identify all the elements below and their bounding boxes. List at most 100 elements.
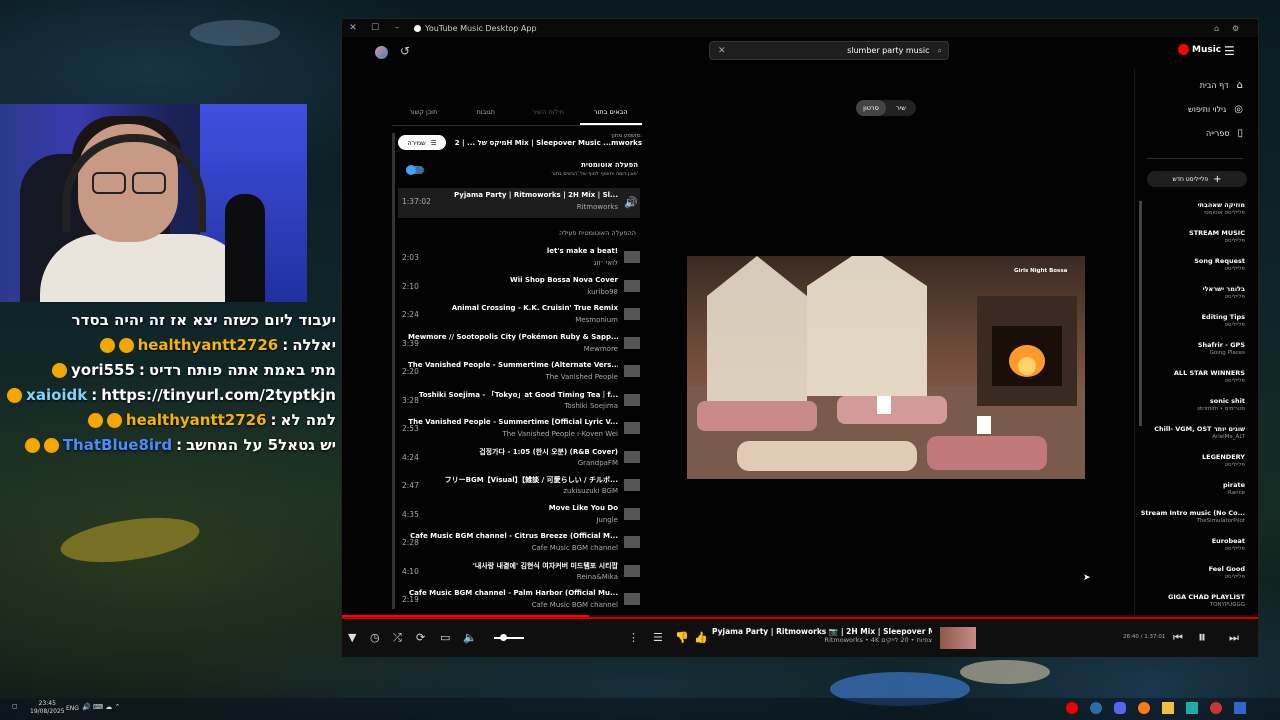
youtube-music-taskbar-icon[interactable] [1066, 702, 1078, 714]
explorer-taskbar-icon[interactable] [1162, 702, 1174, 714]
search-input[interactable]: ✕ slumber party music ⌕ [709, 41, 949, 60]
app2-taskbar-icon[interactable] [1234, 702, 1246, 714]
sidebar-playlist-item[interactable]: Shafrir - GPS Going Places [1135, 341, 1261, 356]
search-icon[interactable]: ⌕ [938, 46, 942, 56]
miniplayer-icon[interactable]: ▭ [440, 631, 450, 644]
video-player[interactable]: Girls Night Bossa [687, 256, 1085, 479]
sidebar-playlist-item[interactable]: LEGENDERY פלייליסט [1135, 453, 1261, 468]
volume-icon[interactable]: 🔈 [463, 631, 477, 644]
app-taskbar-icon[interactable] [1186, 702, 1198, 714]
volume-slider[interactable] [494, 634, 524, 641]
chat-username: healthyantt2726 [125, 411, 267, 429]
chat-message: למה לא: healthyantt2726 [6, 408, 336, 433]
player-thumbnail[interactable] [940, 627, 976, 649]
next-icon[interactable]: ⏭ [1229, 631, 1239, 645]
youtube-music-logo[interactable]: Music [1178, 44, 1221, 55]
discord-taskbar-icon[interactable] [1114, 702, 1126, 714]
maximize-icon[interactable]: ☐ [364, 23, 386, 33]
language-indicator[interactable]: ENG [66, 705, 79, 712]
queue-item[interactable]: 3:39 Mewmore // Sootopolis City (Pokémon … [398, 330, 640, 358]
sidebar-playlist-item[interactable]: STREAM MUSIC פלייליסט [1135, 229, 1261, 244]
queue-item[interactable]: 4:10 '내사랑 내곁에' 김현식 여자커버 미드템포 시티팝 Reina&Mik… [398, 558, 640, 586]
tab-up-next[interactable]: הבאים בתור [579, 99, 642, 125]
sidebar-playlist-item[interactable]: Feel Good פלייליסט [1135, 565, 1261, 580]
sidebar-playlist-item[interactable]: בלומר ישראלי פלייליסט [1135, 285, 1261, 300]
sidebar-playlist-item[interactable]: Editing Tips פלייליסט [1135, 313, 1261, 328]
queue-item[interactable]: 2:28 Cafe Music BGM channel - Citrus Bree… [398, 529, 640, 557]
new-playlist-button[interactable]: פלייליסט חדש + [1147, 171, 1247, 187]
queue-scrollbar[interactable] [392, 133, 395, 609]
song-toggle-option[interactable]: שיר [886, 100, 916, 116]
music-logo-icon [1178, 44, 1189, 55]
fish-decoration [960, 660, 1050, 684]
playlist-name: Feel Good [1208, 565, 1245, 573]
tab-related[interactable]: תוכן קשור [392, 99, 455, 125]
expand-icon[interactable]: ▼ [348, 631, 356, 644]
queue-item-duration: 2:03 [402, 253, 419, 262]
settings-icon[interactable]: ⚙ [1232, 24, 1239, 33]
chat-separator: : [270, 411, 277, 429]
shuffle-icon[interactable]: ⤮ [393, 631, 402, 645]
chat-text: מתי באמת אתה פותח רדיט [148, 361, 336, 379]
sidebar-scrollbar[interactable] [1139, 201, 1142, 426]
sidebar-playlist-item[interactable]: Eurobeat פלייליסט [1135, 537, 1261, 552]
sidebar-playlist-item[interactable]: ALL STAR WINNERS פלייליסט [1135, 369, 1261, 384]
sidebar-playlist-item[interactable]: מוזיקה שאהבתי פלייליסט אוטומטי [1135, 201, 1261, 216]
clear-search-icon[interactable]: ✕ [718, 46, 726, 56]
notification-icon[interactable]: ▢ [12, 703, 18, 710]
queue-icon[interactable]: ☰ [653, 631, 663, 644]
close-icon[interactable]: ✕ [342, 23, 364, 33]
tray-icons[interactable]: 🔊 ⌨ ☁ ⌃ [82, 703, 120, 711]
top-bar: ↺ ✕ slumber party music ⌕ Music ☰ [342, 37, 1258, 69]
like-icon[interactable]: 👍 [694, 631, 708, 644]
chat-separator: : [176, 436, 183, 454]
repeat-icon[interactable]: ⟳ [416, 631, 425, 644]
sidebar-playlist-item[interactable]: Stream Intro music (No Co... TheSimulator… [1135, 509, 1261, 524]
queue-item[interactable]: 2:20 The Vanished People - Summertime (Al… [398, 358, 640, 386]
progress-bar[interactable] [342, 615, 1258, 617]
sidebar-playlist-item[interactable]: Song Request פלייליסט [1135, 257, 1261, 272]
current-queue-item[interactable]: 1:37:02 Pyjama Party | Ritmoworks | 2H M… [398, 188, 640, 218]
queue-item-artist: Cafe Music BGM channel [531, 544, 618, 552]
sidebar-item-explore[interactable]: גילוי ותיפוש ◎ [1135, 97, 1259, 121]
sleep-timer-icon[interactable]: ◷ [370, 631, 380, 644]
queue-item-artist: Jungle [596, 515, 618, 524]
more-options-icon[interactable]: ⋮ [628, 631, 639, 644]
obs-taskbar-icon[interactable] [1210, 702, 1222, 714]
firefox-taskbar-icon[interactable] [1138, 702, 1150, 714]
queue-item[interactable]: 4:24 겁정가다 - 1:05 (한시 오분) (R&B Cover) Grand… [398, 444, 640, 472]
avatar[interactable] [375, 46, 388, 59]
autoplay-toggle[interactable] [406, 165, 424, 175]
menu-icon[interactable]: ☰ [1224, 44, 1235, 58]
sidebar-playlist-item[interactable]: GIGA CHAD PLAYLIST TONYPUGGG [1135, 593, 1261, 608]
player-track-info[interactable]: Pyjama Party | Ritmoworks 📷 | 2H Mix | S… [712, 627, 932, 644]
sidebar-item-home[interactable]: דף הבית ⌂ [1135, 73, 1259, 97]
queue-item[interactable]: 3:28 Toshiki Soejima - 「Tokyo」at Good Tim… [398, 387, 640, 415]
queue-item[interactable]: 4:35 Move Like You Do Jungle [398, 501, 640, 529]
dislike-icon[interactable]: 👎 [675, 631, 689, 644]
pause-icon[interactable]: ⏸ [1198, 627, 1206, 647]
tab-lyrics[interactable]: מילות השיר [517, 99, 580, 125]
queue-item[interactable]: 2:10 Wii Shop Bossa Nova Cover kuribo98 [398, 273, 640, 301]
save-button[interactable]: שמירה ☰ [398, 135, 446, 150]
steam-taskbar-icon[interactable] [1090, 702, 1102, 714]
queue-item[interactable]: 2:47 フリーBGM【Visual】【雑談 / 可愛らしい / チルボ... zu… [398, 472, 640, 500]
queue-item-artist: Mewmore [583, 344, 618, 353]
sidebar-item-library[interactable]: ספרייה ▯ [1135, 121, 1259, 145]
sidebar-playlist-item[interactable]: pirate Rance [1135, 481, 1261, 496]
queue-item[interactable]: 2:19 Cafe Music BGM channel - Palm Harbor… [398, 586, 640, 614]
previous-icon[interactable]: ⏮ [1173, 631, 1183, 645]
minimize-icon[interactable]: – [386, 23, 408, 33]
sidebar-playlist-item[interactable]: Chill- VGM, OST שוגים יותר ArielMe_ALT [1135, 425, 1261, 440]
playlist-name: STREAM MUSIC [1189, 229, 1245, 237]
queue-item-title: '내사랑 내곁에' 김현식 여자커버 미드템포 시티팝 [472, 561, 618, 570]
video-toggle-option[interactable]: סרטון [856, 100, 886, 116]
tab-comments[interactable]: תגובות [455, 99, 518, 125]
queue-item[interactable]: 2:03 let's make a beat! לואי ׳זוג [398, 244, 640, 272]
playlist-name: Eurobeat [1211, 537, 1245, 545]
queue-item[interactable]: 2:53 The Vanished People - Summertime [Of… [398, 415, 640, 443]
history-icon[interactable]: ↺ [400, 44, 410, 58]
sidebar-playlist-item[interactable]: sonic shit strimim • סטרימים [1135, 397, 1261, 412]
home-icon[interactable]: ⌂ [1214, 24, 1219, 33]
queue-item[interactable]: 2:24 Animal Crossing - K.K. Cruisin' True… [398, 301, 640, 329]
